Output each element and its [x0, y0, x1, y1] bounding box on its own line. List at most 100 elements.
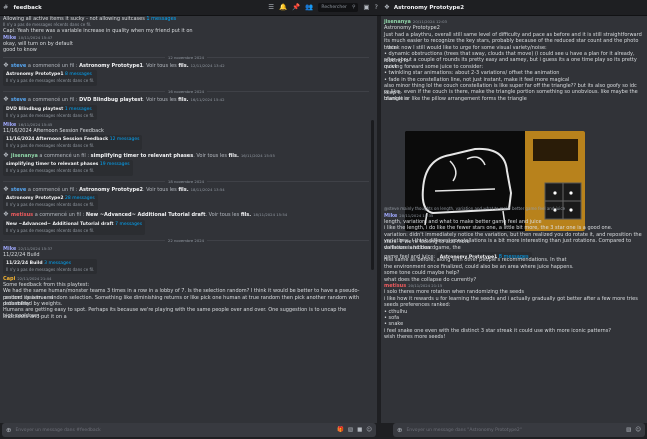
message-content: • snake: [384, 321, 404, 328]
author-name[interactable]: steve: [11, 187, 26, 193]
thread-card-subtitle: Il n'y a pas de messages récents dans ce…: [6, 112, 95, 118]
thread-card[interactable]: Astronomy Prototype2 28 messages Il n'y a…: [3, 193, 369, 210]
message-text: triangle or like the pillow arrangement …: [384, 96, 646, 103]
thread-message-count[interactable]: 28 messages: [65, 196, 95, 201]
add-attachment-icon[interactable]: ⊕: [6, 427, 11, 434]
threads-link[interactable]: fils.: [241, 212, 251, 218]
thread-message-count[interactable]: 1 messages: [146, 16, 176, 22]
thread-card-name: 11/16/2024 Afternoon Session Feedback: [6, 137, 109, 142]
thread-message-count[interactable]: 12 messages: [110, 137, 140, 142]
thread-message-count[interactable]: 3 messages: [44, 261, 71, 266]
threads-link[interactable]: fils.: [178, 187, 188, 193]
author-name[interactable]: Mike: [3, 122, 16, 128]
author-name[interactable]: metisus: [11, 212, 33, 218]
thread-preview[interactable]: Astronomy Prototype1 8 messages Il n'y a …: [3, 70, 98, 86]
thread-name[interactable]: simplifying timer to relevant phases: [91, 153, 194, 159]
thread-card[interactable]: Astronomy Prototype1 8 messages Il n'y a …: [3, 69, 369, 86]
author-name[interactable]: Capi: [3, 276, 15, 282]
message-content: 11/22/24 Build: [3, 251, 40, 258]
message-content: Just had a playthru, overall still same …: [384, 31, 642, 38]
message: triangle or like the pillow arrangement …: [384, 96, 646, 103]
thread-title: Astronomy Prototype2: [393, 4, 465, 11]
thread-message-count[interactable]: 7 messages: [115, 222, 142, 227]
gift-icon[interactable]: 🎁: [337, 427, 344, 433]
thread-card[interactable]: New ~Advanced~ Additional Tutorial draft…: [3, 219, 369, 236]
timestamp: 18/11/2024 13:54: [190, 187, 225, 193]
thread-message-input[interactable]: ⊕ Envoyer un message dans "Astronomy Pro…: [393, 423, 645, 437]
thread-preview[interactable]: New ~Advanced~ Additional Tutorial draft…: [3, 219, 146, 236]
search-placeholder: Rechercher: [321, 5, 347, 10]
system-after: . Voir tous les: [142, 63, 177, 70]
scrollbar[interactable]: [371, 120, 374, 270]
gif-icon[interactable]: ▧: [348, 427, 353, 433]
message-input[interactable]: ⊕ Envoyer un message dans #feedback 🎁 ▧ …: [2, 423, 376, 437]
add-attachment-icon[interactable]: ⊕: [397, 427, 402, 434]
author-name[interactable]: Mike: [384, 213, 397, 219]
thread-name[interactable]: DVD Blindbug playtest: [79, 97, 143, 103]
bell-icon[interactable]: 🔔: [279, 4, 287, 11]
threads-icon[interactable]: ☰: [268, 4, 274, 11]
emoji-icon[interactable]: ☺: [635, 427, 641, 433]
thread-card-subtitle: Il n'y a pas de messages récents dans ce…: [6, 168, 95, 174]
author-name[interactable]: Mike: [3, 35, 16, 41]
thread-card-name: Astronomy Prototype2: [6, 196, 64, 202]
thread-card[interactable]: simplifying timer to relevant phases 19 …: [3, 159, 369, 176]
thread-message-count[interactable]: 1 messages: [65, 107, 92, 112]
message-content: I think now I still would like to urge f…: [384, 44, 547, 51]
divider-line: [3, 180, 165, 182]
author-name[interactable]: jisenanya: [11, 153, 38, 159]
divider-label: 22 novembre 2024: [167, 238, 205, 244]
sticker-icon[interactable]: ■: [357, 427, 362, 433]
message-content: • twinkling star animations: about 2-3 v…: [384, 70, 560, 77]
emoji-icon[interactable]: ☺: [366, 427, 372, 433]
thread-preview[interactable]: DVD Blindbug playtest 1 messages Il n'y a…: [3, 104, 98, 121]
message-content: feel same as before, along with other pe…: [384, 257, 567, 264]
thread-message-count[interactable]: 8 messages: [65, 72, 92, 77]
thread-preview[interactable]: 11/22/24 Build 3 messages Il n'y a pas de…: [3, 259, 98, 275]
message-text: high cooldown.: [3, 313, 369, 320]
divider-line: [3, 240, 165, 242]
reply-reference[interactable]: @steve mainly thoughts on length, variat…: [384, 206, 646, 211]
author-name[interactable]: jisenanya: [384, 19, 411, 25]
thread-card-subtitle: Il n'y a pas de messages récents dans ce…: [6, 267, 95, 273]
system-after: . Voir tous les: [142, 97, 177, 104]
gif-icon[interactable]: ▧: [626, 427, 631, 433]
message-content: i like the length, i do like the fewer s…: [384, 225, 613, 232]
thread-message-count[interactable]: 19 messages: [100, 162, 130, 167]
author-name[interactable]: steve: [11, 63, 26, 69]
thread-preview[interactable]: 11/16/2024 Afternoon Session Feedback 12…: [3, 135, 143, 151]
threads-link[interactable]: fils.: [229, 153, 239, 159]
threads-link[interactable]: fils.: [178, 63, 188, 69]
author-name[interactable]: Mike: [3, 246, 16, 252]
message-content: Allowing all active items it sucky - not…: [3, 16, 145, 22]
thread-icon: ❖: [384, 3, 390, 12]
timestamp: 12/11/2024 13:42: [190, 63, 225, 69]
date-divider: 18 novembre 2024: [3, 178, 369, 184]
thread-card-name: 11/22/24 Build: [6, 261, 43, 266]
thread-preview[interactable]: simplifying timer to relevant phases 19 …: [3, 160, 133, 176]
pin-icon[interactable]: 📌: [292, 4, 300, 11]
search-input[interactable]: Rechercher ⚲: [318, 3, 359, 12]
thread-card-title: DVD Blindbug playtest 1 messages: [6, 107, 94, 113]
timestamp: 22/11/2024 21:44: [17, 276, 52, 281]
thread-card-title: New ~Advanced~ Additional Tutorial draft…: [6, 222, 142, 228]
thread-icon: ❖: [3, 61, 11, 70]
thread-name[interactable]: Astronomy Prototype1: [79, 63, 143, 69]
message-input-placeholder: Envoyer un message dans #feedback: [15, 427, 101, 433]
divider-line: [207, 90, 369, 92]
thread-card[interactable]: DVD Blindbug playtest 1 messages Il n'y a…: [3, 104, 369, 121]
message-content: good to know: [3, 47, 37, 53]
timestamp: 10/11/2024 15:47: [18, 34, 53, 40]
thread-name[interactable]: New ~Advanced~ Additional Tutorial draft: [86, 212, 206, 218]
threads-link[interactable]: fils.: [178, 97, 188, 103]
thread-card[interactable]: 11/22/24 Build 3 messages Il n'y a pas de…: [3, 258, 369, 275]
thread-preview[interactable]: Astronomy Prototype2 28 messages Il n'y a…: [3, 194, 98, 210]
message-content: • fade in the constellation line, not ju…: [384, 76, 570, 83]
thread-name[interactable]: Astronomy Prototype2: [79, 187, 143, 193]
members-icon[interactable]: 👥: [305, 4, 313, 11]
author-name[interactable]: steve: [11, 97, 26, 103]
thread-card[interactable]: 11/16/2024 Afternoon Session Feedback 12…: [3, 134, 369, 151]
author-name[interactable]: metisus: [384, 283, 406, 289]
thread-card-subtitle: Il n'y a pas de messages récents dans ce…: [3, 22, 92, 28]
inbox-icon[interactable]: ▣: [363, 4, 369, 11]
